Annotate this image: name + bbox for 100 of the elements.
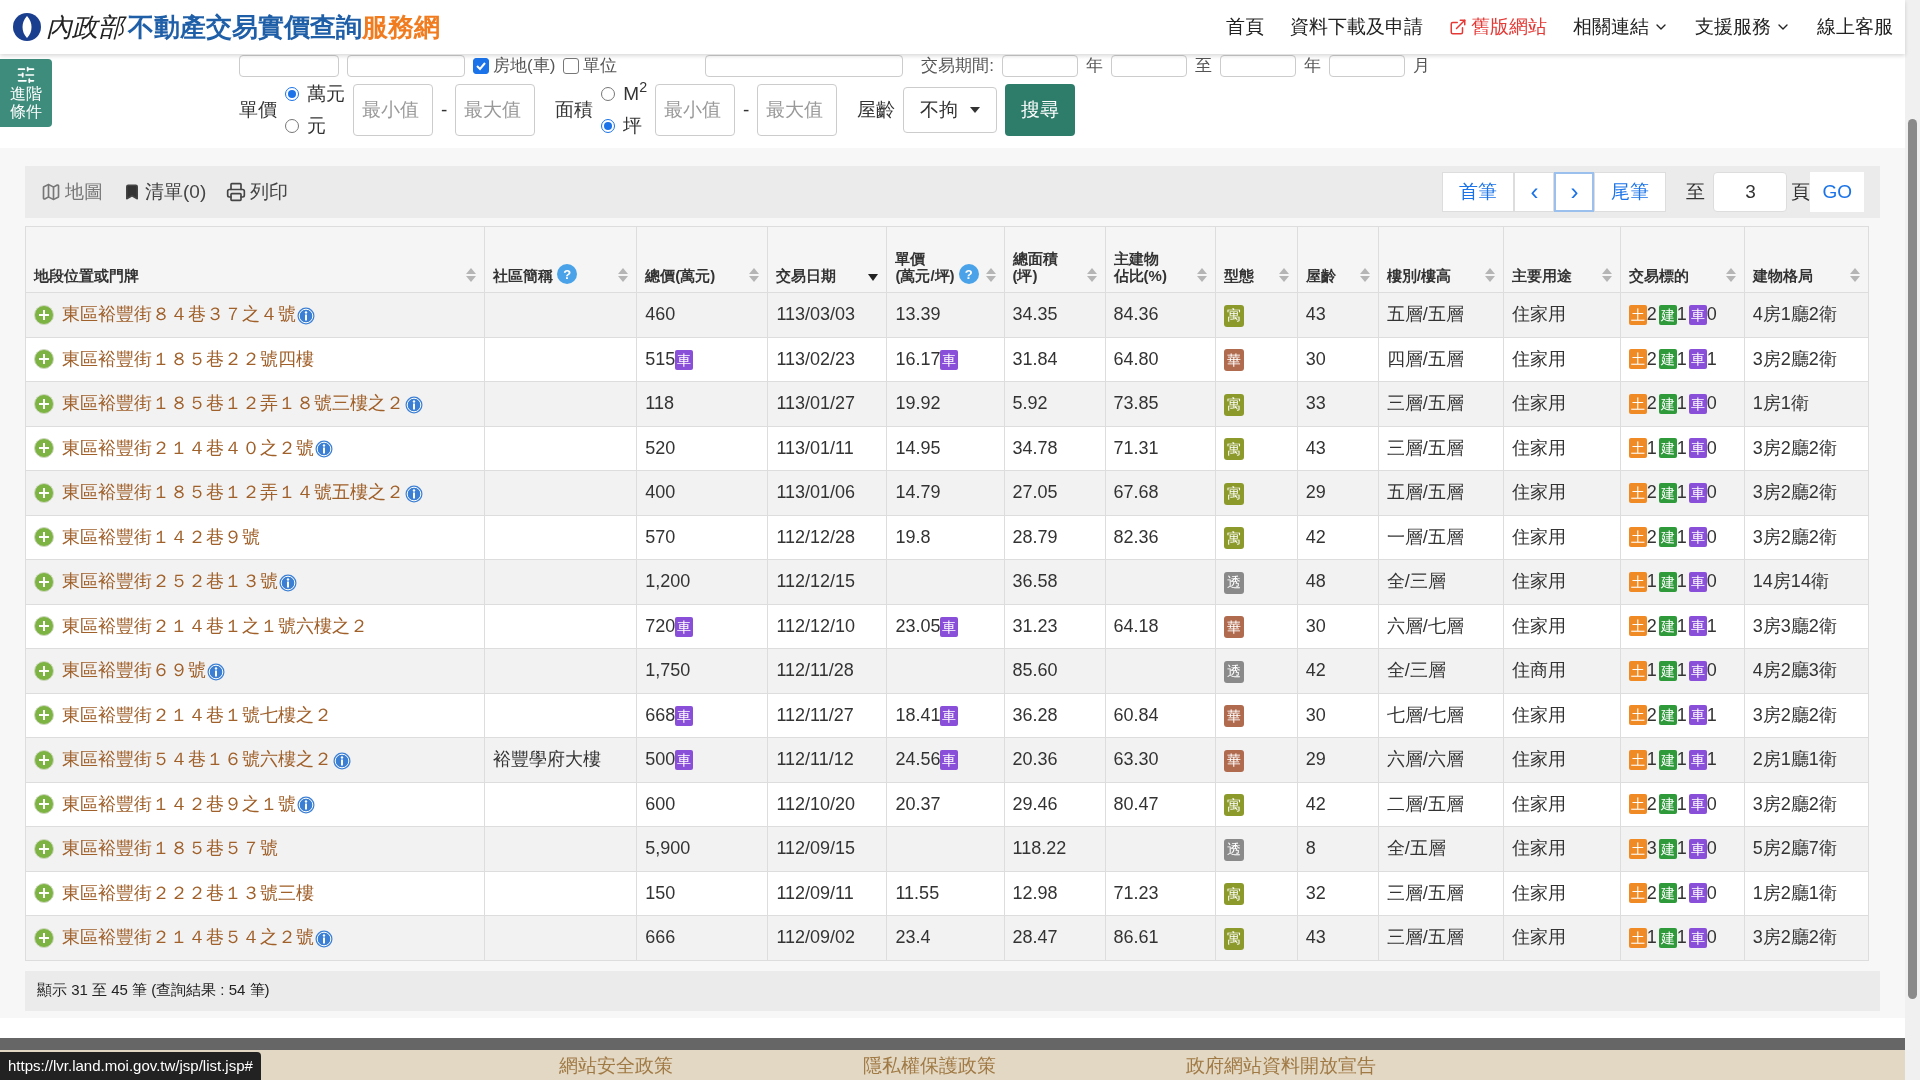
sort-desc-icon[interactable] (868, 274, 879, 282)
add-icon[interactable] (34, 883, 54, 904)
add-icon[interactable] (34, 393, 54, 414)
add-icon[interactable] (34, 482, 54, 503)
add-icon[interactable] (34, 660, 54, 681)
sort-icon[interactable] (1359, 268, 1370, 282)
column-header[interactable]: 主建物 佔比(%) (1105, 226, 1216, 293)
help-icon[interactable]: ? (557, 264, 578, 284)
sort-icon[interactable] (1484, 268, 1495, 282)
info-icon[interactable] (207, 662, 225, 681)
add-icon[interactable] (34, 705, 54, 726)
nav-dropdown[interactable]: 相關連結 (1573, 12, 1669, 42)
checkbox[interactable] (563, 58, 580, 74)
info-icon[interactable] (297, 796, 315, 814)
total-price: 118 (645, 393, 674, 414)
last-page-button[interactable]: 尾筆 (1594, 172, 1667, 212)
radio-button[interactable] (601, 86, 616, 101)
sort-icon[interactable] (985, 268, 996, 282)
radio-button[interactable] (285, 119, 299, 134)
date-field[interactable] (1002, 55, 1079, 77)
prev-page-button[interactable]: ‹ (1514, 172, 1555, 212)
map-link[interactable]: 地圖 (41, 177, 103, 207)
help-icon[interactable]: ? (958, 264, 979, 284)
column-header[interactable]: 社區簡稱 ? (484, 226, 637, 293)
column-header[interactable]: 建物格局 (1744, 226, 1869, 293)
parking-badge: 車 (1688, 749, 1707, 770)
footer-link[interactable]: 隱私權保護政策 (863, 1051, 996, 1080)
next-page-button[interactable]: › (1554, 172, 1595, 212)
text-field[interactable] (347, 55, 465, 77)
dash-text: - (441, 97, 448, 122)
add-icon[interactable] (34, 304, 54, 325)
search-button[interactable]: 搜尋 (1005, 84, 1076, 136)
info-icon[interactable] (405, 484, 423, 503)
building-age: 42 (1305, 526, 1326, 547)
column-header[interactable]: 型態 (1215, 226, 1298, 293)
sort-icon[interactable] (466, 268, 477, 282)
go-button[interactable]: GO (1810, 172, 1864, 212)
column-header[interactable]: 主要用途 (1503, 226, 1621, 293)
print-link[interactable]: 列印 (226, 177, 289, 207)
list-link[interactable]: 清單(0) (123, 177, 207, 207)
nav-link[interactable]: 首頁 (1226, 12, 1264, 42)
add-icon[interactable] (34, 838, 54, 859)
info-icon[interactable] (279, 573, 297, 592)
number-field[interactable]: 最大值 (455, 84, 536, 136)
number-field[interactable]: 最小值 (655, 84, 736, 136)
column-header[interactable]: 屋齡 (1297, 226, 1379, 293)
add-icon[interactable] (34, 616, 54, 637)
checkbox[interactable] (473, 58, 489, 74)
count-text: 1 (1676, 881, 1687, 905)
date-field[interactable] (1329, 55, 1406, 77)
sort-icon[interactable] (1196, 268, 1207, 282)
advanced-filter-button[interactable]: 進階條件 (0, 59, 52, 127)
sort-icon[interactable] (749, 268, 760, 282)
column-header[interactable]: 地段位置或門牌 (25, 226, 485, 293)
sort-icon[interactable] (1601, 268, 1612, 282)
nav-link[interactable]: 資料下載及申請 (1290, 12, 1423, 42)
number-field[interactable]: 最大值 (757, 84, 838, 136)
add-icon[interactable] (34, 749, 54, 770)
sort-icon[interactable] (1725, 268, 1736, 282)
add-icon[interactable] (34, 571, 54, 592)
nav-dropdown[interactable]: 支援服務 (1695, 12, 1791, 42)
info-icon[interactable] (297, 306, 315, 325)
info-icon[interactable] (333, 751, 351, 770)
column-header[interactable]: 總面積 (坪) (1004, 226, 1106, 293)
number-field[interactable]: 最小值 (353, 84, 433, 136)
total-price: 520 (645, 437, 676, 458)
count-text: 2 (1646, 392, 1657, 416)
footer-link[interactable]: 網站安全政策 (559, 1051, 673, 1080)
column-header[interactable]: 樓別/樓高 (1378, 226, 1504, 293)
nav-link[interactable]: 線上客服 (1817, 12, 1893, 42)
date-field[interactable] (1220, 55, 1297, 77)
building-type-badge: 寓 (1223, 482, 1244, 505)
sort-icon[interactable] (1850, 268, 1860, 282)
add-icon[interactable] (34, 349, 54, 370)
parking-badge: 車 (675, 616, 694, 637)
add-icon[interactable] (34, 438, 54, 459)
info-icon[interactable] (315, 929, 333, 948)
column-header[interactable]: 交易標的 (1620, 226, 1745, 293)
sort-icon[interactable] (1278, 268, 1289, 282)
add-icon[interactable] (34, 527, 54, 548)
radio-button[interactable] (285, 86, 299, 101)
info-icon[interactable] (405, 395, 423, 414)
text-field[interactable] (705, 55, 904, 77)
column-header[interactable]: 交易日期 (767, 226, 887, 293)
footer-link[interactable]: 政府網站資料開放宣告 (1186, 1051, 1376, 1080)
nav-link[interactable]: 舊版網站 (1449, 12, 1547, 42)
main-use: 住家用 (1511, 838, 1566, 859)
date-field[interactable] (1111, 55, 1188, 77)
info-icon[interactable] (315, 440, 333, 458)
age-select[interactable]: 不拘 (903, 87, 998, 133)
first-page-button[interactable]: 首筆 (1442, 172, 1515, 212)
column-header[interactable]: 總價(萬元) (636, 226, 768, 293)
text-field[interactable] (239, 55, 339, 77)
add-icon[interactable] (34, 794, 54, 815)
sort-icon[interactable] (618, 268, 629, 282)
add-icon[interactable] (34, 927, 54, 948)
page-field[interactable]: 3 (1713, 172, 1788, 212)
column-header[interactable]: 單價 (萬元/坪) ? (886, 226, 1004, 293)
radio-button[interactable] (601, 119, 616, 134)
sort-icon[interactable] (1086, 268, 1097, 282)
